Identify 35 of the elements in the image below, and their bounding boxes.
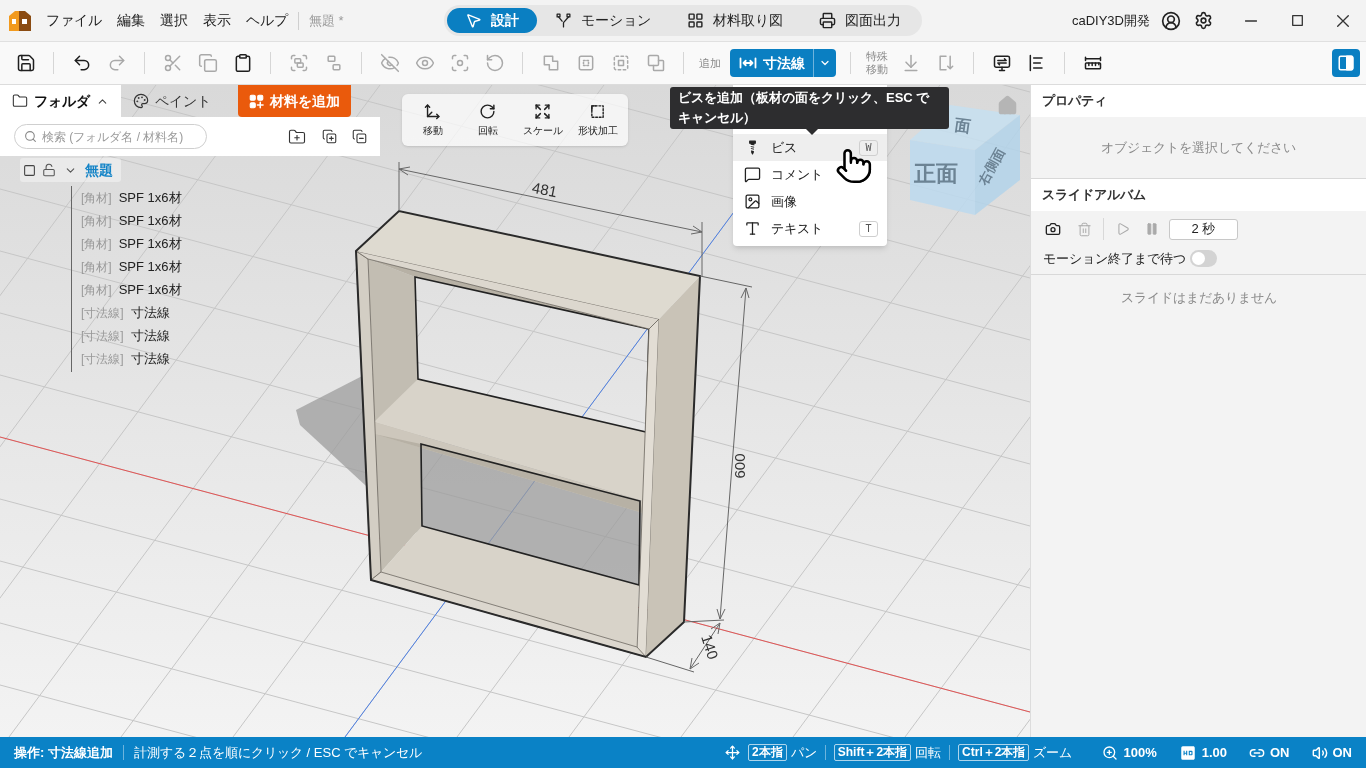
dimension-label: 481 (530, 178, 559, 202)
indicator-value: 1.00 (1201, 743, 1227, 762)
toolbar-label: 特殊移動 (865, 50, 889, 76)
gesture-label: ズーム (1033, 743, 1073, 762)
item-type-tag: [寸法線] (81, 303, 124, 322)
document-title: 無題 * (309, 11, 344, 30)
empty-message: オブジェクトを選択してください (1101, 138, 1296, 157)
item-type-tag: [寸法線] (81, 326, 124, 345)
item-type-tag: [寸法線] (81, 349, 124, 368)
item-type-tag: [角材] (81, 280, 112, 299)
item-type-tag: [角材] (81, 234, 112, 253)
indicator-value: ON (1332, 743, 1352, 762)
dimension-label: 140 (697, 632, 722, 662)
key-badge: 2本指 (748, 744, 787, 761)
item-type-tag: [角材] (81, 188, 112, 207)
dimension-label: 600 (730, 453, 749, 479)
key-badge: Shift＋2本指 (833, 744, 912, 761)
item-type-tag: [角材] (81, 211, 112, 230)
shortcut-key: T (859, 220, 878, 237)
account-name: caDIY3D開発 (1071, 11, 1150, 30)
gesture-label: 回転 (915, 743, 942, 762)
toolbar-label: 追加 (698, 56, 722, 70)
key-badge: Ctrl＋2本指 (958, 744, 1030, 761)
gesture-label: パン (790, 743, 817, 762)
item-type-tag: [角材] (81, 257, 112, 276)
operation-label: 操作: 寸法線追加 (14, 743, 113, 762)
shortcut-key: W (859, 139, 878, 156)
indicator-value: ON (1270, 743, 1290, 762)
toggle-label: モーション終了まで待つ (1043, 249, 1186, 268)
hint-text: 計測する２点を順にクリック / ESC でキャンセル (133, 743, 423, 762)
indicator-value: 100% (1123, 743, 1157, 762)
section-header: プロパティ (1031, 85, 1366, 117)
section-header: スライドアルバム (1031, 179, 1366, 211)
tooltip: ビスを追加（板材の面をクリック、ESC でキャンセル） (670, 87, 949, 129)
empty-message: スライドはまだありません (1120, 289, 1277, 308)
